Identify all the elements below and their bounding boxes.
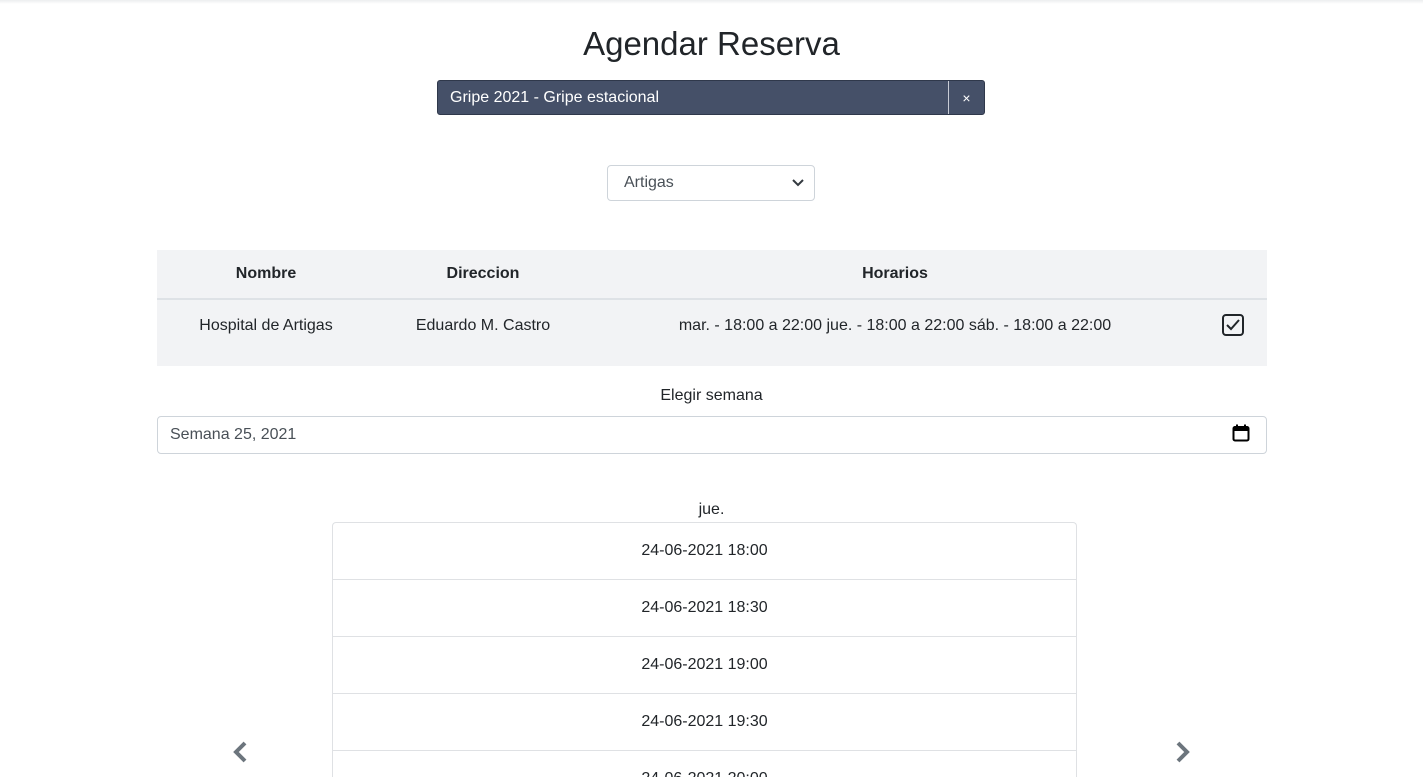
time-slot[interactable]: 24-06-2021 19:30 bbox=[333, 694, 1076, 751]
time-slot[interactable]: 24-06-2021 19:00 bbox=[333, 637, 1076, 694]
chevron-down-icon bbox=[792, 179, 804, 187]
time-slot[interactable]: 24-06-2021 20:00 bbox=[333, 751, 1076, 777]
select-center-checkbox[interactable] bbox=[1222, 314, 1244, 336]
time-slot[interactable]: 24-06-2021 18:30 bbox=[333, 580, 1076, 637]
campaign-selector[interactable]: Gripe 2021 - Gripe estacional × bbox=[437, 80, 985, 115]
column-header-nombre: Nombre bbox=[157, 250, 375, 300]
column-header-horarios: Horarios bbox=[591, 250, 1199, 300]
cell-select bbox=[1199, 299, 1267, 366]
department-select-value: Artigas bbox=[624, 174, 674, 191]
table-header-row: Nombre Direccion Horarios bbox=[157, 250, 1267, 300]
centers-table: Nombre Direccion Horarios Hospital de Ar… bbox=[157, 250, 1267, 366]
department-select[interactable]: Artigas bbox=[607, 165, 815, 201]
week-input-value: Semana 25, 2021 bbox=[170, 426, 297, 443]
time-slot[interactable]: 24-06-2021 18:00 bbox=[333, 523, 1076, 580]
page-title: Agendar Reserva bbox=[583, 25, 840, 62]
week-label: Elegir semana bbox=[660, 387, 763, 404]
day-label: jue. bbox=[698, 501, 725, 518]
time-slot-list: 24-06-2021 18:00 24-06-2021 18:30 24-06-… bbox=[332, 522, 1077, 777]
cell-horarios: mar. - 18:00 a 22:00 jue. - 18:00 a 22:0… bbox=[678, 317, 1112, 334]
chevron-left-icon[interactable] bbox=[229, 740, 253, 764]
check-icon bbox=[1226, 319, 1240, 331]
chevron-right-icon[interactable] bbox=[1170, 740, 1194, 764]
cell-nombre: Hospital de Artigas bbox=[199, 317, 333, 334]
top-divider bbox=[0, 0, 1423, 4]
calendar-icon[interactable] bbox=[1232, 424, 1250, 447]
table-row[interactable]: Hospital de Artigas Eduardo M. Castro ma… bbox=[157, 299, 1267, 366]
column-header-select bbox=[1199, 250, 1267, 300]
cell-direccion: Eduardo M. Castro bbox=[415, 317, 551, 334]
column-header-direccion: Direccion bbox=[375, 250, 591, 300]
clear-campaign-button[interactable]: × bbox=[948, 81, 984, 114]
week-input[interactable]: Semana 25, 2021 bbox=[157, 416, 1267, 454]
campaign-selected-label: Gripe 2021 - Gripe estacional bbox=[450, 88, 659, 106]
